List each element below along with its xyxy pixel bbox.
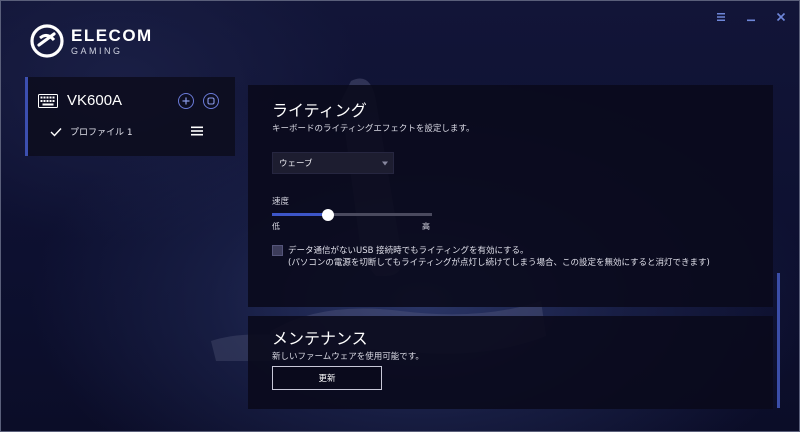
slider-thumb[interactable] [322, 209, 334, 221]
window-controls [713, 9, 789, 25]
menu-icon[interactable] [713, 9, 729, 25]
lighting-effect-value: ウェーブ [279, 159, 313, 169]
check-icon [50, 127, 62, 137]
chevron-down-icon [382, 161, 388, 166]
maintenance-title: メンテナンス [272, 329, 368, 348]
plus-icon [182, 97, 190, 105]
logo-sub-text: GAMING [71, 45, 123, 56]
profile-menu-icon[interactable] [191, 126, 203, 136]
logo-brand-text: ELECOM [71, 25, 153, 45]
speed-max-label: 高 [422, 222, 430, 231]
minimize-icon[interactable] [743, 9, 759, 25]
profile-name: プロファイル 1 [70, 128, 133, 138]
update-button[interactable]: 更新 [272, 366, 382, 390]
speed-label: 速度 [272, 197, 290, 207]
lighting-description: キーボードのライティングエフェクトを設定します。 [272, 124, 475, 134]
speed-min-label: 低 [272, 222, 280, 231]
square-icon [207, 97, 215, 105]
close-icon[interactable] [773, 9, 789, 25]
lighting-effect-select[interactable]: ウェーブ [272, 152, 394, 174]
slider-fill [272, 213, 328, 216]
profile-item[interactable]: プロファイル 1 [50, 125, 133, 138]
lighting-title: ライティング [272, 101, 367, 120]
elecom-gaming-logo: ELECOM GAMING [29, 23, 153, 59]
device-name: VK600A [67, 92, 123, 109]
app-window: ELECOM GAMING VK600A プロファイル 1 ライティング キーボ… [0, 0, 800, 432]
device-settings-button[interactable] [203, 93, 219, 109]
usb-lighting-checkbox[interactable] [272, 245, 283, 256]
elecom-logo-icon [30, 24, 64, 58]
maintenance-description: 新しいファームウェアを使用可能です。 [272, 352, 424, 362]
add-profile-button[interactable] [178, 93, 194, 109]
usb-lighting-label: データ通信がないUSB 接続時でもライティングを有効にする。 [288, 246, 529, 256]
scrollbar[interactable] [777, 273, 780, 408]
speed-slider[interactable] [272, 209, 432, 221]
keyboard-icon [38, 93, 58, 108]
lighting-panel: ライティング キーボードのライティングエフェクトを設定します。 ウェーブ 速度 … [248, 85, 773, 307]
device-panel: VK600A プロファイル 1 [25, 77, 235, 156]
maintenance-panel: メンテナンス 新しいファームウェアを使用可能です。 更新 [248, 316, 773, 409]
usb-lighting-note: (パソコンの電源を切断してもライティングが点灯し続けてしまう場合、この設定を無効… [288, 258, 710, 268]
